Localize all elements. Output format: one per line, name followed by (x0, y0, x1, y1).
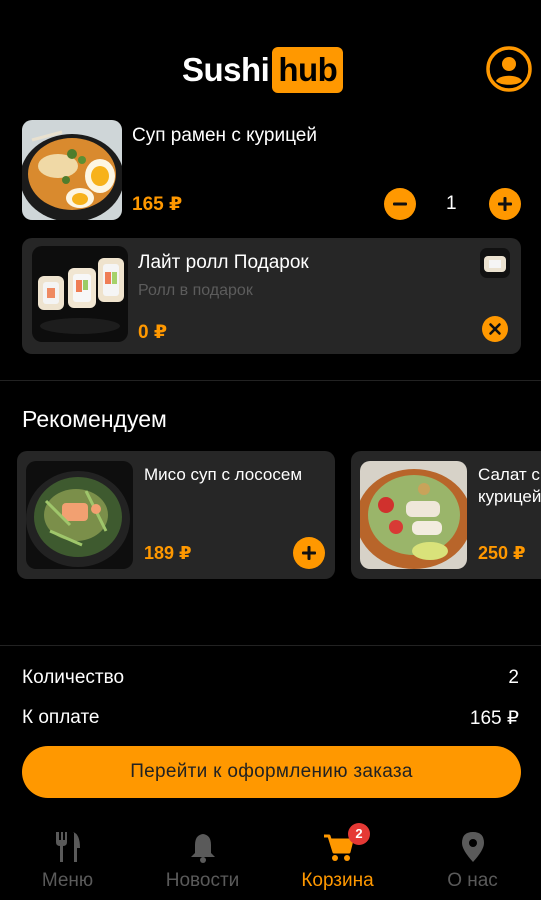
ramen-image (22, 120, 122, 220)
gift-item-subtitle: Ролл в подарок (138, 282, 253, 299)
logo-badge: hub (272, 47, 344, 93)
nav-item-about[interactable]: О нас (405, 826, 540, 896)
section-divider (0, 645, 541, 646)
user-circle-icon[interactable] (485, 45, 533, 93)
add-to-cart-button[interactable] (293, 537, 325, 569)
plus-icon (302, 546, 316, 560)
nav-item-label: О нас (447, 870, 498, 891)
gift-item-price: 0 ₽ (138, 322, 168, 343)
app-logo: Sushi hub (182, 46, 344, 94)
section-divider (0, 380, 541, 381)
recommend-item-title: Мисо суп с лососем (144, 465, 303, 484)
logo-text: Sushi (182, 51, 270, 88)
increase-quantity-button[interactable] (489, 188, 521, 220)
nav-item-label: Меню (41, 870, 94, 891)
recommend-item-title: Салат с (478, 465, 540, 484)
roll-image (32, 246, 128, 342)
recommend-title: Рекомендуем (22, 406, 167, 432)
recommend-card[interactable]: Салат с курицей 250 ₽ (351, 451, 541, 579)
gift-item-title: Лайт ролл Подарок (138, 252, 309, 273)
nav-item-label: Корзина (301, 870, 374, 891)
summary-total-value: 165 ₽ (469, 708, 519, 729)
close-icon (489, 323, 501, 335)
minus-icon (393, 202, 407, 206)
decrease-quantity-button[interactable] (384, 188, 416, 220)
recommend-card[interactable]: Мисо суп с лососем 189 ₽ (17, 451, 335, 579)
nav-item-news[interactable]: Новости (135, 826, 270, 896)
recommend-item-price: 250 ₽ (478, 543, 526, 563)
app-header: Sushi hub (0, 0, 541, 110)
cart-count-badge: 2 (348, 823, 370, 845)
salad-image (360, 461, 467, 569)
nav-item-label: Новости (165, 870, 240, 891)
recommend-item-price: 189 ₽ (144, 543, 192, 563)
remove-gift-button[interactable] (482, 316, 508, 342)
cart-item-price: 165 ₽ (132, 194, 183, 215)
fork-knife-icon (55, 832, 80, 862)
quantity-value: 1 (446, 193, 457, 214)
nav-item-cart[interactable]: 2 Корзина (270, 823, 405, 896)
location-pin-icon (461, 832, 484, 862)
summary-count-value: 2 (508, 667, 519, 688)
gift-item-card: Лайт ролл Подарок Ролл в подарок 0 ₽ (22, 238, 521, 354)
plus-icon (498, 197, 512, 211)
miso-soup-image (26, 461, 133, 569)
summary-total-label: К оплате (22, 707, 100, 728)
gift-roll-mini-icon (480, 248, 510, 278)
summary-count-label: Количество (22, 667, 125, 688)
checkout-button[interactable]: Перейти к оформлению заказа (22, 746, 521, 798)
cart-item: Суп рамен с курицей 165 ₽ 1 (22, 120, 522, 222)
nav-item-menu[interactable]: Меню (0, 826, 135, 896)
cart-item-title: Суп рамен с курицей (132, 125, 317, 146)
bell-icon (190, 834, 215, 863)
recommend-item-title-line2: курицей (478, 487, 541, 506)
